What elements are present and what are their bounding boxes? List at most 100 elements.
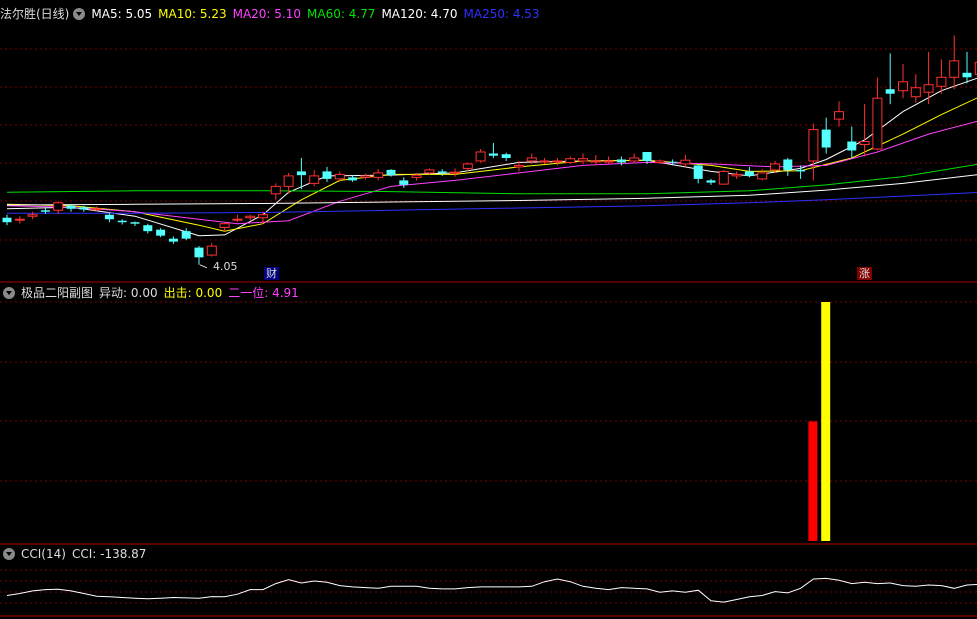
ma-line-ma5	[6, 77, 977, 237]
candle-body-down	[322, 171, 332, 179]
candle-body-down	[783, 159, 793, 170]
candle-body-up	[475, 151, 486, 162]
candle-body-up	[578, 158, 588, 162]
candle-body-down	[437, 171, 447, 173]
dropdown-icon[interactable]	[3, 548, 15, 560]
candle-body-down	[693, 165, 703, 179]
candle-body-down	[2, 217, 12, 223]
candle-body-down	[386, 169, 396, 176]
candle-body-up	[309, 175, 320, 184]
cci-line	[6, 577, 977, 603]
candle-body-down	[40, 210, 50, 212]
candle-body-up	[91, 208, 102, 211]
candle-body-down	[616, 159, 626, 163]
candle-body-up	[654, 160, 665, 163]
candle-body-down	[104, 214, 114, 220]
candle-body-up	[859, 141, 870, 146]
candle-body-up	[373, 172, 384, 178]
event-tag-rise[interactable]: 涨	[857, 267, 872, 280]
candle-body-up	[770, 163, 780, 171]
candle-body-down	[962, 72, 972, 78]
candle-body-down	[706, 180, 716, 183]
ma60-readout: MA60: 4.77	[307, 7, 376, 21]
candle-body-down	[181, 231, 191, 239]
sub-panel-header: 极品二阳副图 异动: 0.00 出击: 0.00 二一位: 4.91	[0, 284, 305, 302]
cci-panel-header: CCI(14) CCI: -138.87	[0, 545, 152, 563]
signal-bar-yidong	[808, 421, 818, 541]
dropdown-icon[interactable]	[73, 8, 86, 20]
candle-body-up	[258, 214, 268, 219]
candle-body-down	[156, 229, 166, 236]
candle-body-up	[411, 174, 422, 178]
candle-body-up	[206, 245, 217, 256]
candle-body-up	[808, 129, 819, 162]
stock-title: 法尔胜(日线)	[0, 7, 70, 21]
candle-body-up	[565, 158, 576, 163]
ma10-readout: MA10: 5.23	[158, 7, 227, 21]
candle-body-down	[130, 222, 140, 224]
candle-body-up	[872, 97, 883, 150]
main-panel-header: 法尔胜(日线) MA5: 5.05 MA10: 5.23 MA20: 5.10 MA60…	[0, 5, 546, 23]
candle-body-up	[360, 175, 371, 178]
candle-body-up	[424, 169, 435, 174]
event-tag-finance[interactable]: 财	[264, 267, 279, 280]
candle-body-up	[680, 159, 691, 165]
yidong-readout: 异动: 0.00	[99, 286, 158, 300]
candle-body-up	[757, 172, 768, 180]
candle-body-down	[117, 220, 127, 223]
candle-body-up	[219, 223, 230, 228]
cci-readout: CCI: -138.87	[71, 547, 147, 561]
candle-body-up	[731, 173, 742, 177]
candle-body-down	[642, 151, 652, 161]
candle-body-down	[744, 171, 754, 176]
candle-body-down	[821, 129, 831, 148]
candle-body-up	[898, 81, 908, 92]
eryiwei-readout: 二一位: 4.91	[228, 286, 299, 300]
candle-body-up	[910, 87, 921, 98]
candle-body-up	[526, 157, 537, 162]
candle-body-up	[462, 163, 473, 169]
candle-body-up	[936, 76, 947, 87]
chuji-readout: 出击: 0.00	[163, 286, 223, 300]
candle-body-down	[847, 141, 857, 151]
candle-body-up	[923, 84, 934, 93]
candle-body-up	[232, 218, 243, 221]
candle-body-down	[66, 205, 76, 209]
low-price-label: 4.05	[213, 260, 238, 273]
candle-body-down	[79, 207, 89, 210]
candle-body-up	[949, 60, 960, 78]
stock-chart[interactable]	[0, 0, 977, 619]
low-price-arrow	[199, 264, 208, 269]
candle-body-up	[450, 171, 460, 174]
dropdown-icon[interactable]	[3, 287, 15, 299]
ma5-readout: MA5: 5.05	[91, 7, 153, 21]
candle-body-down	[348, 177, 358, 181]
candle-body-up	[629, 157, 640, 162]
candle-body-down	[168, 238, 178, 242]
candle-body-up	[334, 173, 345, 180]
candle-body-down	[488, 153, 498, 156]
cci-panel-title: CCI(14)	[21, 547, 66, 561]
candle-body-down	[885, 89, 895, 94]
ma-line-ma120	[6, 174, 977, 206]
ma-line-ma250	[7, 191, 977, 214]
candle-body-down	[194, 247, 204, 258]
candle-body-down	[143, 225, 153, 232]
signal-bar-eryiwei	[821, 302, 831, 541]
candle-body-down	[399, 180, 409, 185]
ma250-readout: MA250: 4.53	[463, 7, 540, 21]
candle-body-up	[270, 185, 281, 195]
candle-body-down	[296, 171, 306, 176]
candle-body-up	[590, 160, 601, 163]
candle-body-down	[796, 169, 806, 172]
ma120-readout: MA120: 4.70	[381, 7, 458, 21]
candle-body-down	[668, 161, 678, 163]
candle-body-up	[514, 164, 524, 168]
candle-body-up	[552, 160, 563, 163]
candle-body-up	[718, 170, 729, 185]
ma20-readout: MA20: 5.10	[232, 7, 302, 21]
candle-body-up	[283, 175, 294, 187]
candle-body-down	[501, 154, 511, 158]
candle-body-up	[14, 218, 25, 221]
sub-panel-title: 极品二阳副图	[21, 286, 94, 300]
